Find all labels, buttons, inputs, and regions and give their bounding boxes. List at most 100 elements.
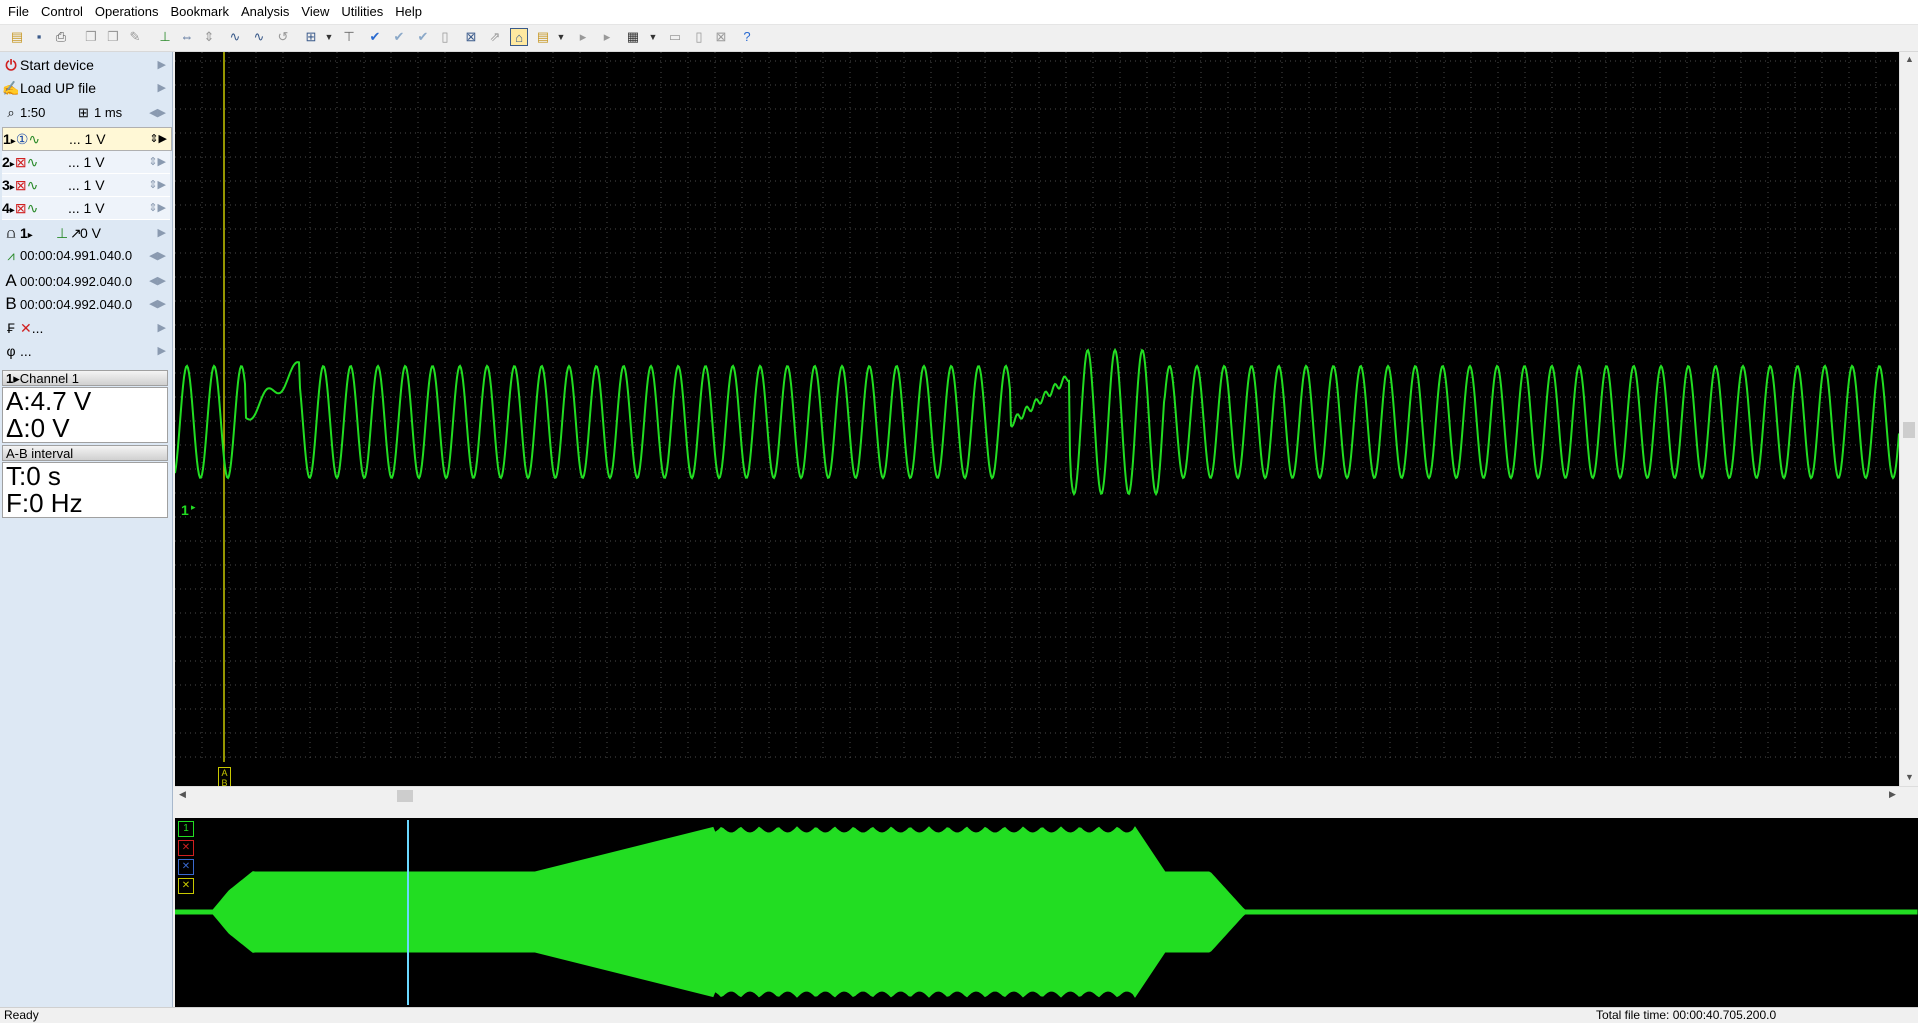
- channel-stepper-icon[interactable]: ⇕▶: [148, 197, 166, 219]
- scroll-down-icon[interactable]: ▼: [1905, 772, 1914, 782]
- save-icon[interactable]: ▪: [30, 28, 48, 46]
- export-icon[interactable]: ⇗: [486, 28, 504, 46]
- trigger-level-value[interactable]: 0 V: [80, 222, 101, 244]
- help-icon[interactable]: ?: [738, 28, 756, 46]
- stepper-icon[interactable]: ◀▶: [149, 293, 166, 315]
- phase-row[interactable]: φ... ▶: [2, 340, 170, 362]
- check-icon[interactable]: ✔: [366, 28, 384, 46]
- math-value[interactable]: ...: [32, 320, 44, 336]
- menu-bookmark[interactable]: Bookmark: [164, 0, 235, 24]
- measure-icon[interactable]: ⊞: [302, 28, 320, 46]
- cursor-a-value[interactable]: 00:00:04.992.040.0: [20, 274, 132, 289]
- edit-icon[interactable]: ✎: [126, 28, 144, 46]
- coupling-icon[interactable]: ∿: [27, 177, 39, 193]
- math-off-icon[interactable]: ✕: [20, 320, 32, 336]
- scroll-up-icon[interactable]: ▲: [1905, 54, 1914, 64]
- overview-channel-2-icon[interactable]: ✕: [178, 840, 194, 856]
- phase-value[interactable]: ...: [20, 343, 32, 359]
- scroll-left-icon[interactable]: ◀: [179, 789, 186, 800]
- trigger-row[interactable]: ⩍ 1▸ ⊥ ↗ 0 V ▶: [2, 222, 170, 244]
- overview-channel-4-icon[interactable]: ✕: [178, 878, 194, 894]
- clear-icon[interactable]: ⊤: [340, 28, 358, 46]
- menu-view[interactable]: View: [295, 0, 335, 24]
- stepper-icon[interactable]: ◀▶: [149, 102, 166, 124]
- paste-icon[interactable]: ❐: [104, 28, 122, 46]
- channel-on-icon[interactable]: ①: [16, 131, 29, 147]
- check-next-icon[interactable]: ✔: [414, 28, 432, 46]
- cursor-b-row[interactable]: B 00:00:04.992.040.0 ◀▶: [2, 293, 170, 315]
- trigger-channel[interactable]: 1: [20, 225, 28, 241]
- check-all-icon[interactable]: ✔: [390, 28, 408, 46]
- window-icon[interactable]: ▭: [666, 28, 684, 46]
- play-icon[interactable]: ▸: [574, 28, 592, 46]
- grid-icon[interactable]: ⊠: [462, 28, 480, 46]
- wave-icon[interactable]: ∿: [226, 28, 244, 46]
- menu-utilities[interactable]: Utilities: [335, 0, 389, 24]
- zoom-y-icon[interactable]: ⇕: [200, 28, 218, 46]
- channel-range[interactable]: ... 1 V: [68, 197, 105, 219]
- menu-file[interactable]: File: [0, 0, 35, 24]
- channel-row-2[interactable]: 2▸⊠∿ ... 1 V ⇕▶: [2, 151, 170, 174]
- channel-off-icon[interactable]: ⊠: [15, 177, 27, 193]
- print-icon[interactable]: ⎙: [52, 28, 70, 46]
- open-file-icon[interactable]: ▤: [8, 28, 26, 46]
- menu-operations[interactable]: Operations: [89, 0, 165, 24]
- page-icon[interactable]: ▯: [436, 28, 454, 46]
- math-row[interactable]: ₣ ✕... ▶: [2, 317, 170, 339]
- channel-range[interactable]: ... 1 V: [68, 151, 105, 173]
- channel-off-icon[interactable]: ⊠: [15, 154, 27, 170]
- document-icon[interactable]: ▯: [690, 28, 708, 46]
- channel-stepper-icon[interactable]: ⇕▶: [148, 151, 166, 173]
- cursor-b-value[interactable]: 00:00:04.992.040.0: [20, 297, 132, 312]
- close-window-icon[interactable]: ⊠: [712, 28, 730, 46]
- analysis-icon[interactable]: ⌂: [510, 28, 528, 46]
- overview-channel-3-icon[interactable]: ✕: [178, 859, 194, 875]
- coupling-icon[interactable]: ∿: [27, 154, 39, 170]
- trigger-icon[interactable]: ⊥: [156, 28, 174, 46]
- cursor-a-row[interactable]: A 00:00:04.992.040.0 ◀▶: [2, 270, 170, 292]
- channel-1-marker[interactable]: 1: [181, 502, 189, 518]
- channel-off-icon[interactable]: ⊠: [15, 200, 27, 216]
- vertical-scrollbar[interactable]: ▲ ▼: [1899, 52, 1918, 786]
- timebase-value[interactable]: 1 ms: [94, 102, 122, 124]
- menu-help[interactable]: Help: [389, 0, 428, 24]
- trigger-mode-icon[interactable]: ⩍: [2, 222, 20, 244]
- horizontal-scrollbar[interactable]: ◀ ▶: [175, 786, 1918, 805]
- menu-analysis[interactable]: Analysis: [235, 0, 295, 24]
- wave-fit-icon[interactable]: ∿: [250, 28, 268, 46]
- module-dropdown-icon[interactable]: ▼: [644, 28, 662, 46]
- folder-dropdown-icon[interactable]: ▼: [552, 28, 570, 46]
- stepper-icon[interactable]: ◀▶: [149, 245, 166, 267]
- trigger-edge-icon[interactable]: ⊥: [56, 222, 68, 244]
- channel-row-1[interactable]: 1▸①∿ ... 1 V ⇕▶: [2, 127, 172, 151]
- coupling-icon[interactable]: ∿: [28, 131, 40, 147]
- load-file-row[interactable]: ✍Load UP file ▶: [2, 77, 170, 99]
- overview-strip[interactable]: 1 ✕ ✕ ✕: [175, 818, 1918, 1007]
- overview-canvas[interactable]: [175, 818, 1918, 1007]
- zoom-x-icon[interactable]: ⇔: [178, 28, 196, 46]
- trigger-time-value[interactable]: 00:00:04.991.040.0: [20, 248, 132, 263]
- zoom-value[interactable]: 1:50: [20, 105, 45, 120]
- measure-dropdown-icon[interactable]: ▼: [320, 28, 338, 46]
- horizontal-scroll-thumb[interactable]: [397, 790, 413, 802]
- start-device-row[interactable]: ⏻ Start device ▶: [2, 54, 170, 76]
- menu-control[interactable]: Control: [35, 0, 89, 24]
- channel-range[interactable]: ... 1 V: [69, 128, 106, 150]
- channel-row-4[interactable]: 4▸⊠∿ ... 1 V ⇕▶: [2, 197, 170, 220]
- oscilloscope-display[interactable]: 1 ▸ A B: [175, 52, 1899, 789]
- channel-row-3[interactable]: 3▸⊠∿ ... 1 V ⇕▶: [2, 174, 170, 197]
- zoom-timebase-row[interactable]: ⌕ 1:50 ⊞ 1 ms ◀▶: [2, 102, 170, 124]
- play-all-icon[interactable]: ▸: [598, 28, 616, 46]
- copy-icon[interactable]: ❐: [82, 28, 100, 46]
- channel-range[interactable]: ... 1 V: [68, 174, 105, 196]
- channel-stepper-icon[interactable]: ⇕▶: [149, 128, 167, 150]
- waveform-canvas[interactable]: [175, 52, 1899, 786]
- undo-icon[interactable]: ↺: [274, 28, 292, 46]
- channel-stepper-icon[interactable]: ⇕▶: [148, 174, 166, 196]
- vertical-scroll-thumb[interactable]: [1903, 422, 1915, 438]
- scroll-right-icon[interactable]: ▶: [1889, 789, 1896, 800]
- folder-icon[interactable]: ▤: [534, 28, 552, 46]
- stepper-icon[interactable]: ◀▶: [149, 270, 166, 292]
- coupling-icon[interactable]: ∿: [27, 200, 39, 216]
- module-icon[interactable]: ▦: [624, 28, 642, 46]
